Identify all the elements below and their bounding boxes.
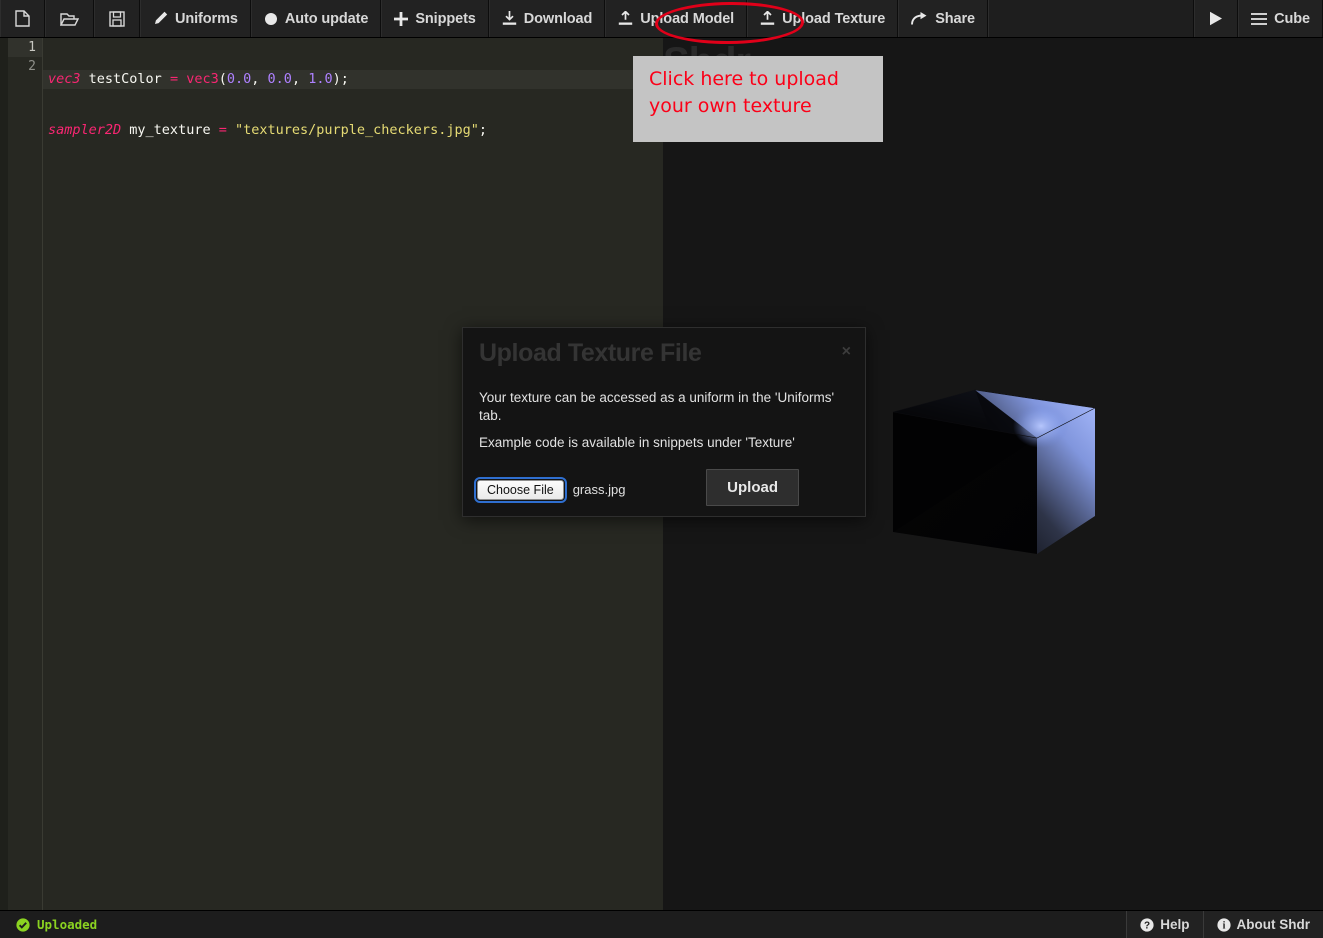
tooltip-line-2: your own texture [649,95,812,117]
snippets-label: Snippets [415,10,476,27]
modal-body-text-2: Example code is available in snippets un… [479,435,795,450]
share-arrow-icon [911,11,928,26]
editor-edge-strip [0,38,8,910]
about-button[interactable]: i About Shdr [1202,911,1323,938]
save-icon [109,10,125,27]
hamburger-icon [1251,12,1268,25]
pencil-icon [153,11,168,26]
svg-text:?: ? [1144,920,1150,931]
model-selector-button[interactable]: Cube [1238,0,1323,37]
main-toolbar: Uniforms Auto update Snippets Download U… [0,0,1323,45]
run-button[interactable] [1194,0,1239,37]
cube-model-render[interactable] [889,386,1099,578]
selected-file-name: grass.jpg [572,482,626,497]
line-number: 1 [8,38,42,57]
instruction-tooltip: Click here to upload your own texture [633,56,883,142]
download-icon [502,11,517,26]
modal-footer: Choose File grass.jpg Upload [463,462,865,517]
code-token: sampler2D [48,122,122,138]
play-icon [1209,11,1223,26]
code-token: testColor [88,71,162,87]
question-circle-icon: ? [1140,917,1154,932]
upload-texture-button[interactable]: Upload Texture [747,0,899,37]
upload-model-button[interactable]: Upload Model [605,0,748,37]
auto-update-label: Auto update [284,10,369,27]
folder-open-icon [60,11,79,27]
share-label: Share [935,10,975,27]
help-label: Help [1160,917,1190,932]
snippets-button[interactable]: Snippets [381,0,489,37]
auto-update-button[interactable]: Auto update [250,0,382,37]
code-token: 0.0 [267,71,292,87]
code-token: 0.0 [226,71,252,87]
code-token: ); [332,71,349,87]
svg-text:i: i [1222,920,1225,931]
plus-icon [394,11,409,26]
code-line[interactable]: vec3 testColor = vec3(0.0, 0.0, 1.0); [43,70,663,89]
upload-icon [760,11,775,26]
close-icon[interactable]: × [842,344,851,360]
about-label: About Shdr [1236,917,1311,932]
code-token: vec3 [186,71,219,87]
line-number: 2 [28,59,36,74]
download-label: Download [523,10,593,27]
new-file-button[interactable] [0,0,45,37]
code-token: = [218,122,227,138]
save-file-button[interactable] [94,0,140,37]
info-circle-icon: i [1216,917,1231,932]
status-bar-spacer [97,911,1126,938]
compile-status: Uploaded [0,911,97,938]
line-number-gutter: 1 2 [8,38,43,910]
uniforms-button[interactable]: Uniforms [140,0,251,37]
code-token: ; [478,122,487,138]
file-input-row[interactable]: Choose File grass.jpg [474,476,626,503]
code-token: "textures/purple_checkers.jpg" [235,122,479,138]
tooltip-line-1: Click here to upload [649,68,839,90]
choose-file-button[interactable]: Choose File [474,476,567,503]
code-line[interactable]: sampler2D my_texture = "textures/purple_… [43,121,663,140]
check-circle-icon [16,917,30,932]
code-token: my_texture [129,122,211,138]
upload-texture-modal: Upload Texture File × Your texture can b… [462,327,866,517]
help-button[interactable]: ? Help [1126,911,1203,938]
share-button[interactable]: Share [898,0,988,37]
code-token: , [251,71,268,87]
uniforms-label: Uniforms [175,10,238,27]
download-button[interactable]: Download [488,0,606,37]
file-icon [15,10,30,27]
circle-icon [264,12,278,26]
model-selector-label: Cube [1274,10,1310,27]
code-token: 1.0 [308,71,333,87]
open-file-button[interactable] [45,0,94,37]
upload-model-label: Upload Model [640,10,735,27]
modal-body-text-1: Your texture can be accessed as a unifor… [479,390,835,423]
upload-submit-button[interactable]: Upload [706,469,799,506]
code-token: vec3 [48,71,81,87]
code-token: = [169,71,179,87]
upload-texture-label: Upload Texture [782,10,886,27]
compile-status-text: Uploaded [37,917,98,932]
code-token: ( [218,71,227,87]
upload-icon [618,11,633,26]
toolbar-spacer [988,0,1195,37]
modal-title: Upload Texture File [479,339,702,367]
status-bar: Uploaded ? Help i About Shdr [0,910,1323,938]
code-token: , [291,71,309,87]
